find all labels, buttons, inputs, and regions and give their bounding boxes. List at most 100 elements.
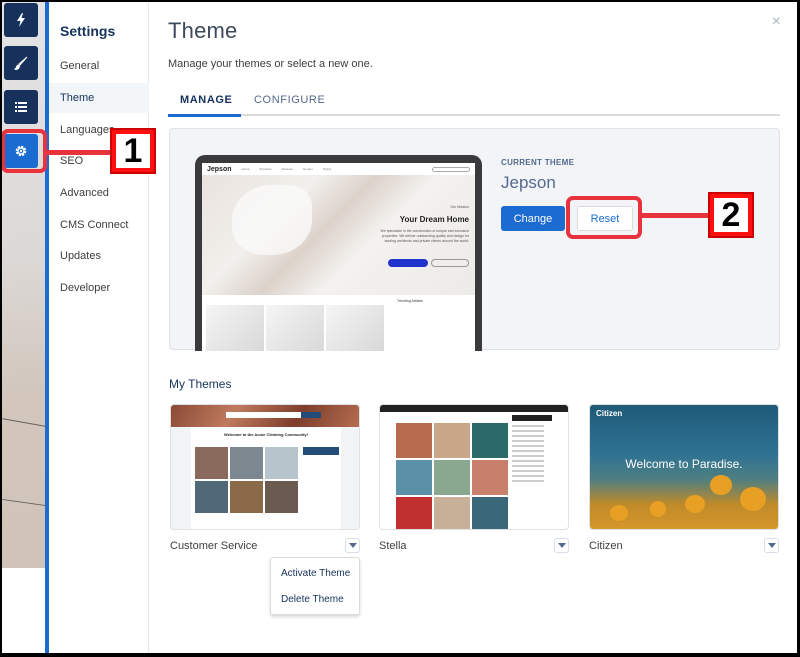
current-theme-name: Jepson [501,173,556,192]
close-icon[interactable]: × [772,13,781,31]
preview-hero-image [232,185,312,255]
stella-preview-grid [396,423,508,529]
current-theme-card: Jepson Home Products Services Groups Top… [169,128,780,351]
background-line [2,418,46,427]
cs-preview-grid [195,447,299,513]
preview-mission: Our Mission [450,205,469,209]
cs-preview-headline: Welcome to the Acme Climbing Community! [223,432,308,437]
preview-nav-item: Services [281,167,293,171]
citizen-preview-headline: Welcome to Paradise. [625,457,743,471]
brush-icon [14,56,28,70]
cs-preview-search [226,412,301,418]
my-themes-heading: My Themes [169,377,232,391]
theme-thumbnail[interactable] [379,404,569,530]
menu-item-delete-theme[interactable]: Delete Theme [281,594,344,605]
stella-preview-tile [434,460,470,495]
nav-item-updates[interactable]: Updates [49,241,149,271]
chevron-down-icon [767,543,776,548]
page-title: Theme [168,18,238,43]
theme-menu-button[interactable] [554,538,569,553]
cs-preview-tile [230,447,263,479]
stella-preview-tile [434,423,470,458]
current-theme-preview: Jepson Home Products Services Groups Top… [195,155,482,351]
preview-lower: Trending Articles [202,295,475,351]
chevron-down-icon [348,543,357,548]
preview-copy: We specialize in the construction of uni… [380,229,469,243]
theme-menu-button[interactable] [764,538,779,553]
cs-preview-tile [230,481,263,513]
preview-tile [326,305,384,351]
cs-preview-tile [265,447,298,479]
nav-item-advanced[interactable]: Advanced [49,178,149,208]
list-icon [15,102,27,112]
cs-preview-search-button [301,412,321,418]
nav-item-cms-connect[interactable]: CMS Connect [49,210,149,240]
rail-button-brush[interactable] [4,46,38,80]
theme-name: Citizen [589,540,623,552]
theme-card-stella[interactable]: Stella [379,404,569,553]
stella-preview-tile [472,497,508,529]
theme-card-citizen[interactable]: Citizen Welcome to Paradise. Citizen [589,404,779,553]
annotation-number-1: 1 [116,132,150,170]
cs-preview-page: Welcome to the Acme Climbing Community! [191,427,341,529]
annotation-highlight-2 [566,196,642,239]
cs-preview-side-button [303,447,339,455]
stella-preview-sidebar [512,425,552,485]
stella-preview-tile [472,460,508,495]
preview-search [432,166,470,172]
settings-title: Settings [60,23,116,39]
app-frame: Settings General Theme Languages SEO Adv… [2,2,797,653]
preview-logo: Jepson [207,165,232,173]
tab-configure[interactable]: CONFIGURE [254,94,325,106]
background-bottom [2,568,46,653]
rail-button-list[interactable] [4,90,38,124]
cs-preview-body: Welcome to the Acme Climbing Community! [171,427,359,529]
theme-menu-button[interactable] [345,538,360,553]
theme-card-customer-service[interactable]: Welcome to the Acme Climbing Community! [170,404,360,553]
citizen-preview-flower [710,475,732,495]
change-theme-button[interactable]: Change [501,206,565,231]
theme-thumbnail[interactable]: Welcome to the Acme Climbing Community! [170,404,360,530]
preview-nav-item: Groups [302,167,313,171]
active-tab-indicator [168,114,241,117]
nav-item-developer[interactable]: Developer [49,273,149,303]
cs-preview-header [171,405,359,427]
preview-topbar: Jepson Home Products Services Groups Top… [202,163,475,175]
cs-preview-tile [195,481,228,513]
tab-manage[interactable]: MANAGE [180,94,233,106]
annotation-number-2: 2 [714,196,748,234]
stella-preview-tile [396,460,432,495]
lightning-icon [17,13,25,27]
nav-item-general[interactable]: General [49,51,149,81]
preview-nav-item: Topics [322,167,332,171]
tab-bar: MANAGE CONFIGURE [168,88,780,117]
preview-nav-item: Home [241,167,250,171]
annotation-callout-1: 1 [110,128,156,174]
citizen-preview-flower [740,487,766,511]
theme-name: Stella [379,540,407,552]
cs-preview-tile [265,481,298,513]
stella-preview-side-button [512,415,552,421]
annotation-connector-1 [46,150,112,155]
citizen-preview-logo: Citizen [596,409,623,418]
citizen-preview-flower [685,495,705,513]
stella-preview-tile [472,423,508,458]
rail-button-lightning[interactable] [4,3,38,37]
preview-tile [266,305,324,351]
theme-panel: × Theme Manage your themes or select a n… [150,2,797,653]
citizen-preview-flower [610,505,628,521]
preview-nav: Home Products Services Groups Topics [242,167,332,171]
annotation-connector-2 [642,213,712,218]
current-theme-label: CURRENT THEME [501,158,575,167]
stella-preview-header [380,405,568,412]
page-description: Manage your themes or select a new one. [168,58,373,70]
preview-hero: Our Mission Your Dream Home We specializ… [202,175,475,295]
preview-secondary-button [431,259,469,267]
theme-name: Customer Service [170,540,258,552]
menu-item-activate-theme[interactable]: Activate Theme [281,568,350,579]
preview-trending: Trending Articles [397,299,423,303]
nav-item-theme[interactable]: Theme [49,83,149,113]
preview-screen: Jepson Home Products Services Groups Top… [202,163,475,351]
theme-actions-menu: Activate Theme Delete Theme [270,557,360,615]
theme-thumbnail[interactable]: Citizen Welcome to Paradise. [589,404,779,530]
